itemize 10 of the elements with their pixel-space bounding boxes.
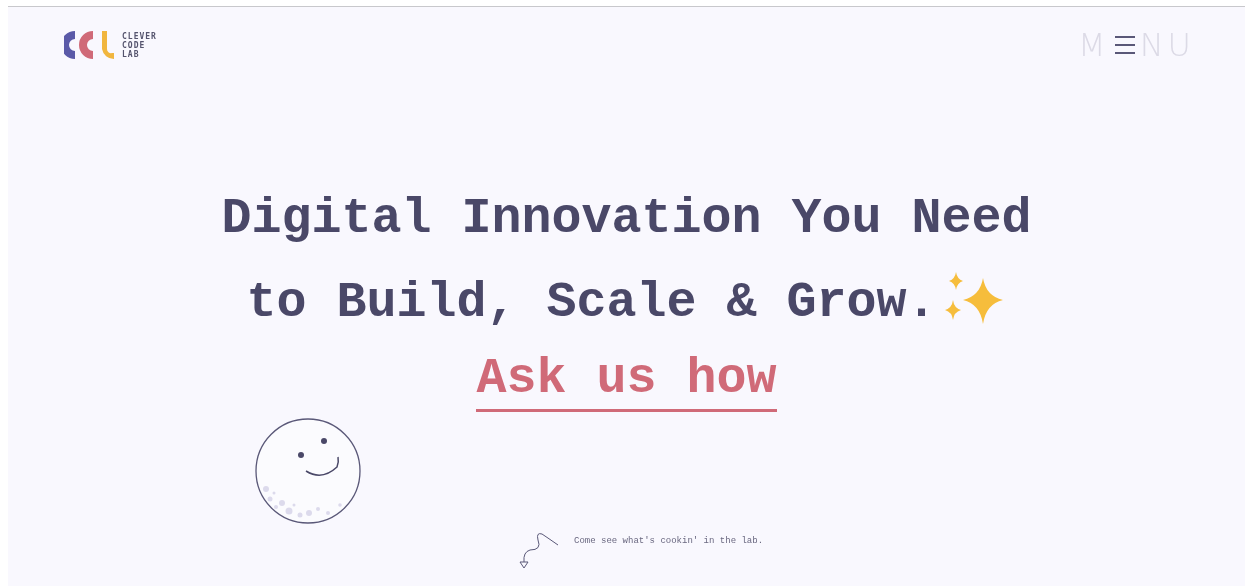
headline-text: Digital Innovation You Need bbox=[221, 189, 1032, 249]
curly-arrow-icon bbox=[518, 532, 560, 570]
logo-text: CODE bbox=[122, 40, 147, 50]
caption-text: Come see what's cookin' in the lab. bbox=[574, 536, 764, 546]
logo-text: LAB bbox=[122, 49, 141, 59]
headline-text: to Build, Scale & Grow. bbox=[246, 273, 937, 333]
menu-icon bbox=[1114, 35, 1135, 55]
logo-icon bbox=[64, 29, 116, 61]
ask-us-how-link[interactable]: Ask us how bbox=[476, 349, 777, 412]
logo-text: CLEVER bbox=[122, 31, 157, 41]
